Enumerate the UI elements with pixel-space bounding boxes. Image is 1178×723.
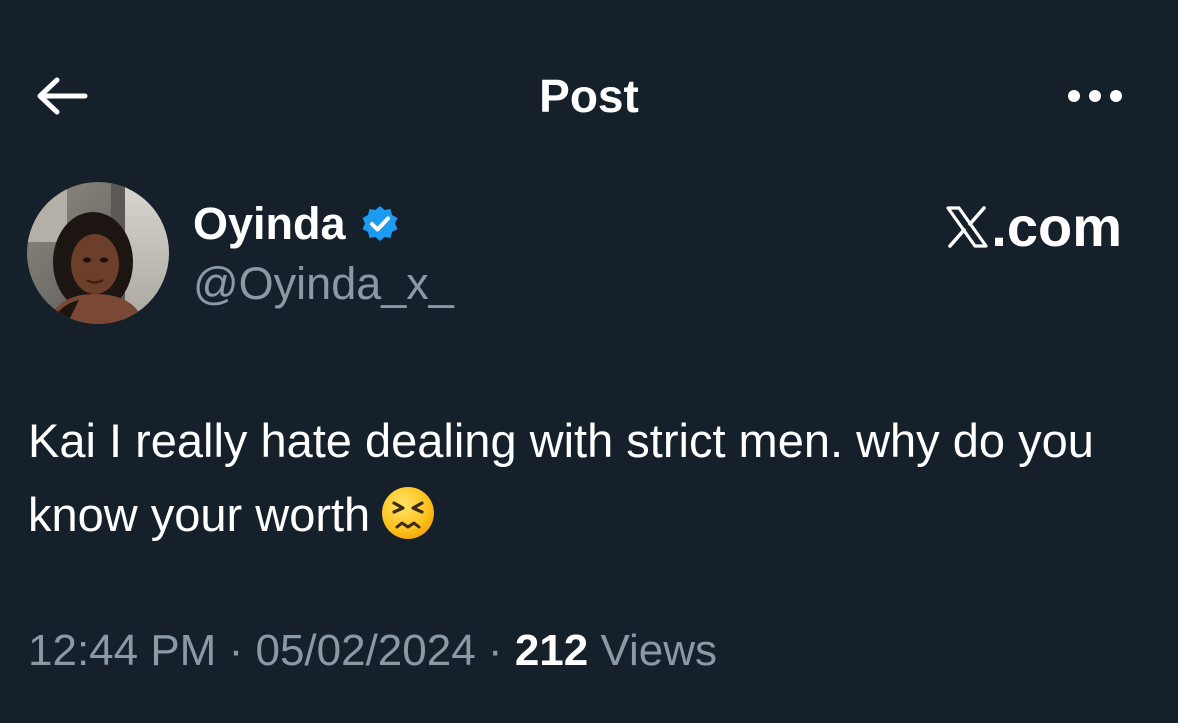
x-logo-icon: [946, 206, 988, 248]
brand-label: .com: [991, 195, 1122, 258]
persevering-face-emoji: [382, 487, 435, 539]
more-options-button[interactable]: [1060, 76, 1130, 116]
avatar[interactable]: [27, 182, 169, 324]
verified-badge-icon[interactable]: [360, 204, 400, 244]
meta-separator: ·: [228, 626, 244, 675]
post-meta: 12:44 PM · 05/02/2024 · 212 Views: [28, 623, 717, 679]
post-time[interactable]: 12:44 PM: [28, 626, 216, 675]
post-date[interactable]: 05/02/2024: [255, 626, 475, 675]
avatar-photo: [27, 182, 169, 324]
author-handle[interactable]: @Oyinda_x_: [193, 258, 454, 310]
page-title-wrap: Post: [0, 68, 1178, 124]
arrow-left-icon: [37, 77, 88, 115]
views-count[interactable]: 212: [515, 626, 588, 675]
author-name-row: Oyinda: [193, 198, 400, 250]
post-body: Kai I really hate dealing with strict me…: [28, 404, 1158, 552]
post-screen: Post Oyinda @Oyinda_x_ .com Kai I really…: [0, 0, 1178, 723]
meta-separator-2: ·: [487, 626, 503, 675]
back-button[interactable]: [30, 70, 92, 122]
brand-watermark: .com: [945, 196, 1122, 258]
views-label[interactable]: Views: [600, 626, 717, 675]
more-dots-icon: [1068, 90, 1122, 102]
author-display-name[interactable]: Oyinda: [193, 198, 346, 250]
page-title: Post: [539, 70, 639, 122]
post-text: Kai I really hate dealing with strict me…: [28, 414, 1094, 541]
